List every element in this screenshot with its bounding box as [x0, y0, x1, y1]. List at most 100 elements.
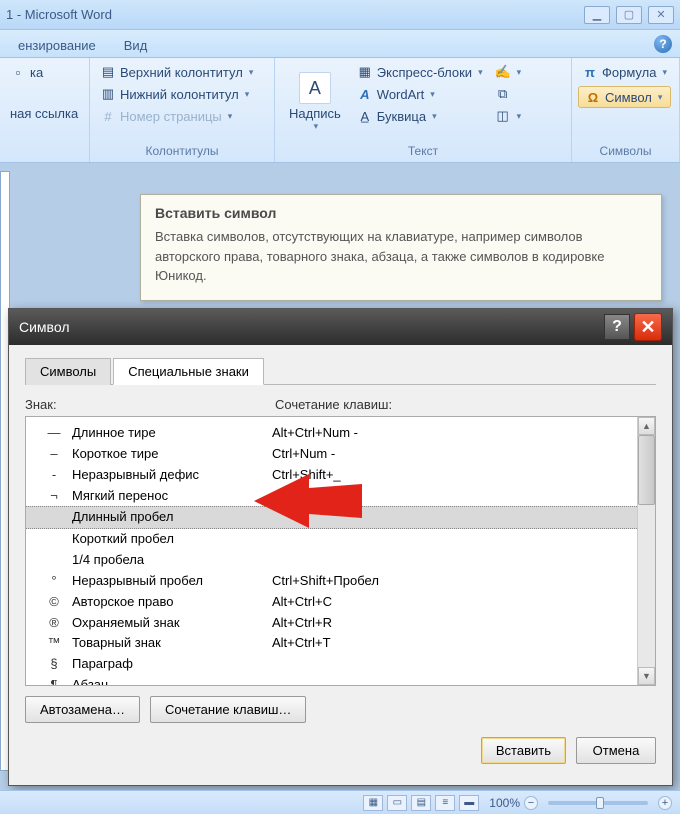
symbol-glyph: ¶ [36, 676, 72, 686]
column-header-sign: Знак: [25, 397, 275, 412]
symbol-shortcut: Alt+Ctrl+Num - [272, 424, 627, 443]
symbol-name: Длинный пробел [72, 508, 272, 527]
group-label-colontitles: Колонтитулы [96, 142, 268, 160]
placeholder-icon: ▫ [10, 64, 26, 80]
close-window-button[interactable]: ✕ [648, 6, 674, 24]
tooltip-insert-symbol: Вставить символ Вставка символов, отсутс… [140, 194, 662, 301]
symbol-shortcut [272, 530, 627, 549]
scrollbar[interactable]: ▲ ▼ [637, 417, 655, 685]
list-item[interactable]: Короткий пробел [26, 529, 637, 550]
dialog-tabs: Символы Специальные знаки [25, 357, 656, 385]
symbol-name: Товарный знак [72, 634, 272, 653]
omega-icon: Ω [585, 89, 601, 105]
symbol-name: Короткое тире [72, 445, 272, 464]
ribbon-symbol[interactable]: ΩСимвол▾ [578, 86, 671, 108]
symbol-shortcut: Alt+Ctrl+C [272, 593, 627, 612]
symbol-name: Короткий пробел [72, 530, 272, 549]
zoom-value: 100% [489, 796, 520, 810]
view-draft[interactable]: ▬ [459, 795, 479, 811]
help-icon[interactable]: ? [654, 35, 672, 53]
ribbon-dropcap[interactable]: A̲Буквица▾ [353, 106, 487, 126]
view-print-layout[interactable]: ▦ [363, 795, 383, 811]
symbol-name: Авторское право [72, 593, 272, 612]
column-header-shortcut: Сочетание клавиш: [275, 397, 392, 412]
wordart-icon: A [357, 86, 373, 102]
symbol-shortcut: Ctrl+- [272, 487, 627, 506]
zoom-slider[interactable] [548, 801, 648, 805]
list-item[interactable]: §Параграф [26, 654, 637, 675]
symbol-glyph: § [36, 655, 72, 674]
list-item[interactable]: —Длинное тиреAlt+Ctrl+Num - [26, 423, 637, 444]
list-item[interactable]: 1/4 пробела [26, 550, 637, 571]
autocorrect-button[interactable]: Автозамена… [25, 696, 140, 723]
view-outline[interactable]: ≡ [435, 795, 455, 811]
symbol-glyph [36, 530, 72, 549]
dialog-title: Символ [19, 319, 69, 335]
zoom-out-button[interactable]: − [524, 796, 538, 810]
hash-icon: # [100, 108, 116, 124]
tab-review[interactable]: ензирование [4, 34, 110, 57]
object-icon: ◫ [495, 108, 511, 124]
tab-view[interactable]: Вид [110, 34, 162, 57]
view-web[interactable]: ▤ [411, 795, 431, 811]
list-item[interactable]: -Неразрывный дефисCtrl+Shift+_ [26, 465, 637, 486]
shortcut-button[interactable]: Сочетание клавиш… [150, 696, 306, 723]
symbol-name: Параграф [72, 655, 272, 674]
list-item[interactable]: ¬Мягкий переносCtrl+- [26, 486, 637, 507]
symbol-name: Абзац [72, 676, 272, 686]
scroll-thumb[interactable] [638, 435, 655, 505]
zoom-in-button[interactable]: + [658, 796, 672, 810]
group-label-text: Текст [281, 142, 565, 160]
symbol-glyph: — [36, 424, 72, 443]
chevron-down-icon: ▾ [658, 92, 663, 103]
ribbon-date[interactable]: ⧉ [491, 84, 526, 104]
list-item[interactable]: –Короткое тиреCtrl+Num - [26, 444, 637, 465]
dialog-close-button[interactable]: ✕ [634, 313, 662, 341]
list-item[interactable]: Длинный пробел [26, 506, 637, 529]
dialog-help-button[interactable]: ? [604, 314, 630, 340]
list-item[interactable]: ™Товарный знакAlt+Ctrl+T [26, 633, 637, 654]
tab-special-chars[interactable]: Специальные знаки [113, 358, 264, 385]
symbol-name: Неразрывный пробел [72, 572, 272, 591]
symbol-glyph [36, 551, 72, 570]
symbol-glyph: ° [36, 572, 72, 591]
symbol-shortcut: Ctrl+Shift+_ [272, 466, 627, 485]
ribbon-wordart[interactable]: AWordArt▾ [353, 84, 487, 104]
list-item[interactable]: ¶Абзац [26, 675, 637, 686]
pi-icon: π [582, 64, 598, 80]
symbol-glyph: ™ [36, 634, 72, 653]
dialog-titlebar[interactable]: Символ ? ✕ [9, 309, 672, 345]
ribbon-quickparts[interactable]: ▦Экспресс-блоки▾ [353, 62, 487, 82]
ribbon-formula[interactable]: πФормула▾ [578, 62, 671, 82]
ribbon-tabs: ензирование Вид ? [0, 30, 680, 58]
list-item[interactable]: ©Авторское правоAlt+Ctrl+C [26, 592, 637, 613]
ribbon-item-crossref[interactable]: ная ссылка [6, 104, 82, 123]
ribbon-header-bottom[interactable]: ▥Нижний колонтитул▾ [96, 84, 257, 104]
scroll-up-button[interactable]: ▲ [638, 417, 655, 435]
ribbon-object[interactable]: ◫▾ [491, 106, 526, 126]
ribbon-item-partial1[interactable]: ▫ка [6, 62, 82, 82]
ribbon-textbox-button[interactable]: A Надпись ▾ [281, 62, 349, 142]
view-reading[interactable]: ▭ [387, 795, 407, 811]
list-item[interactable]: °Неразрывный пробелCtrl+Shift+Пробел [26, 571, 637, 592]
dropcap-icon: A̲ [357, 108, 373, 124]
symbol-shortcut: Ctrl+Num - [272, 445, 627, 464]
cancel-button[interactable]: Отмена [576, 737, 656, 764]
symbol-glyph [36, 508, 72, 527]
chevron-down-icon: ▾ [249, 67, 254, 78]
ribbon-signature[interactable]: ✍▾ [491, 62, 526, 82]
symbol-glyph: ® [36, 614, 72, 633]
maximize-button[interactable]: ▢ [616, 6, 642, 24]
symbol-shortcut [272, 655, 627, 674]
chevron-down-icon: ▾ [432, 111, 437, 122]
ribbon-header-top[interactable]: ▤Верхний колонтитул▾ [96, 62, 257, 82]
ribbon-page-number[interactable]: #Номер страницы▾ [96, 106, 257, 126]
zoom-thumb[interactable] [596, 797, 604, 809]
symbol-name: Охраняемый знак [72, 614, 272, 633]
tab-symbols[interactable]: Символы [25, 358, 111, 385]
insert-button[interactable]: Вставить [481, 737, 566, 764]
chevron-down-icon: ▾ [662, 67, 667, 78]
scroll-down-button[interactable]: ▼ [638, 667, 655, 685]
list-item[interactable]: ®Охраняемый знакAlt+Ctrl+R [26, 613, 637, 634]
minimize-button[interactable]: ▁ [584, 6, 610, 24]
